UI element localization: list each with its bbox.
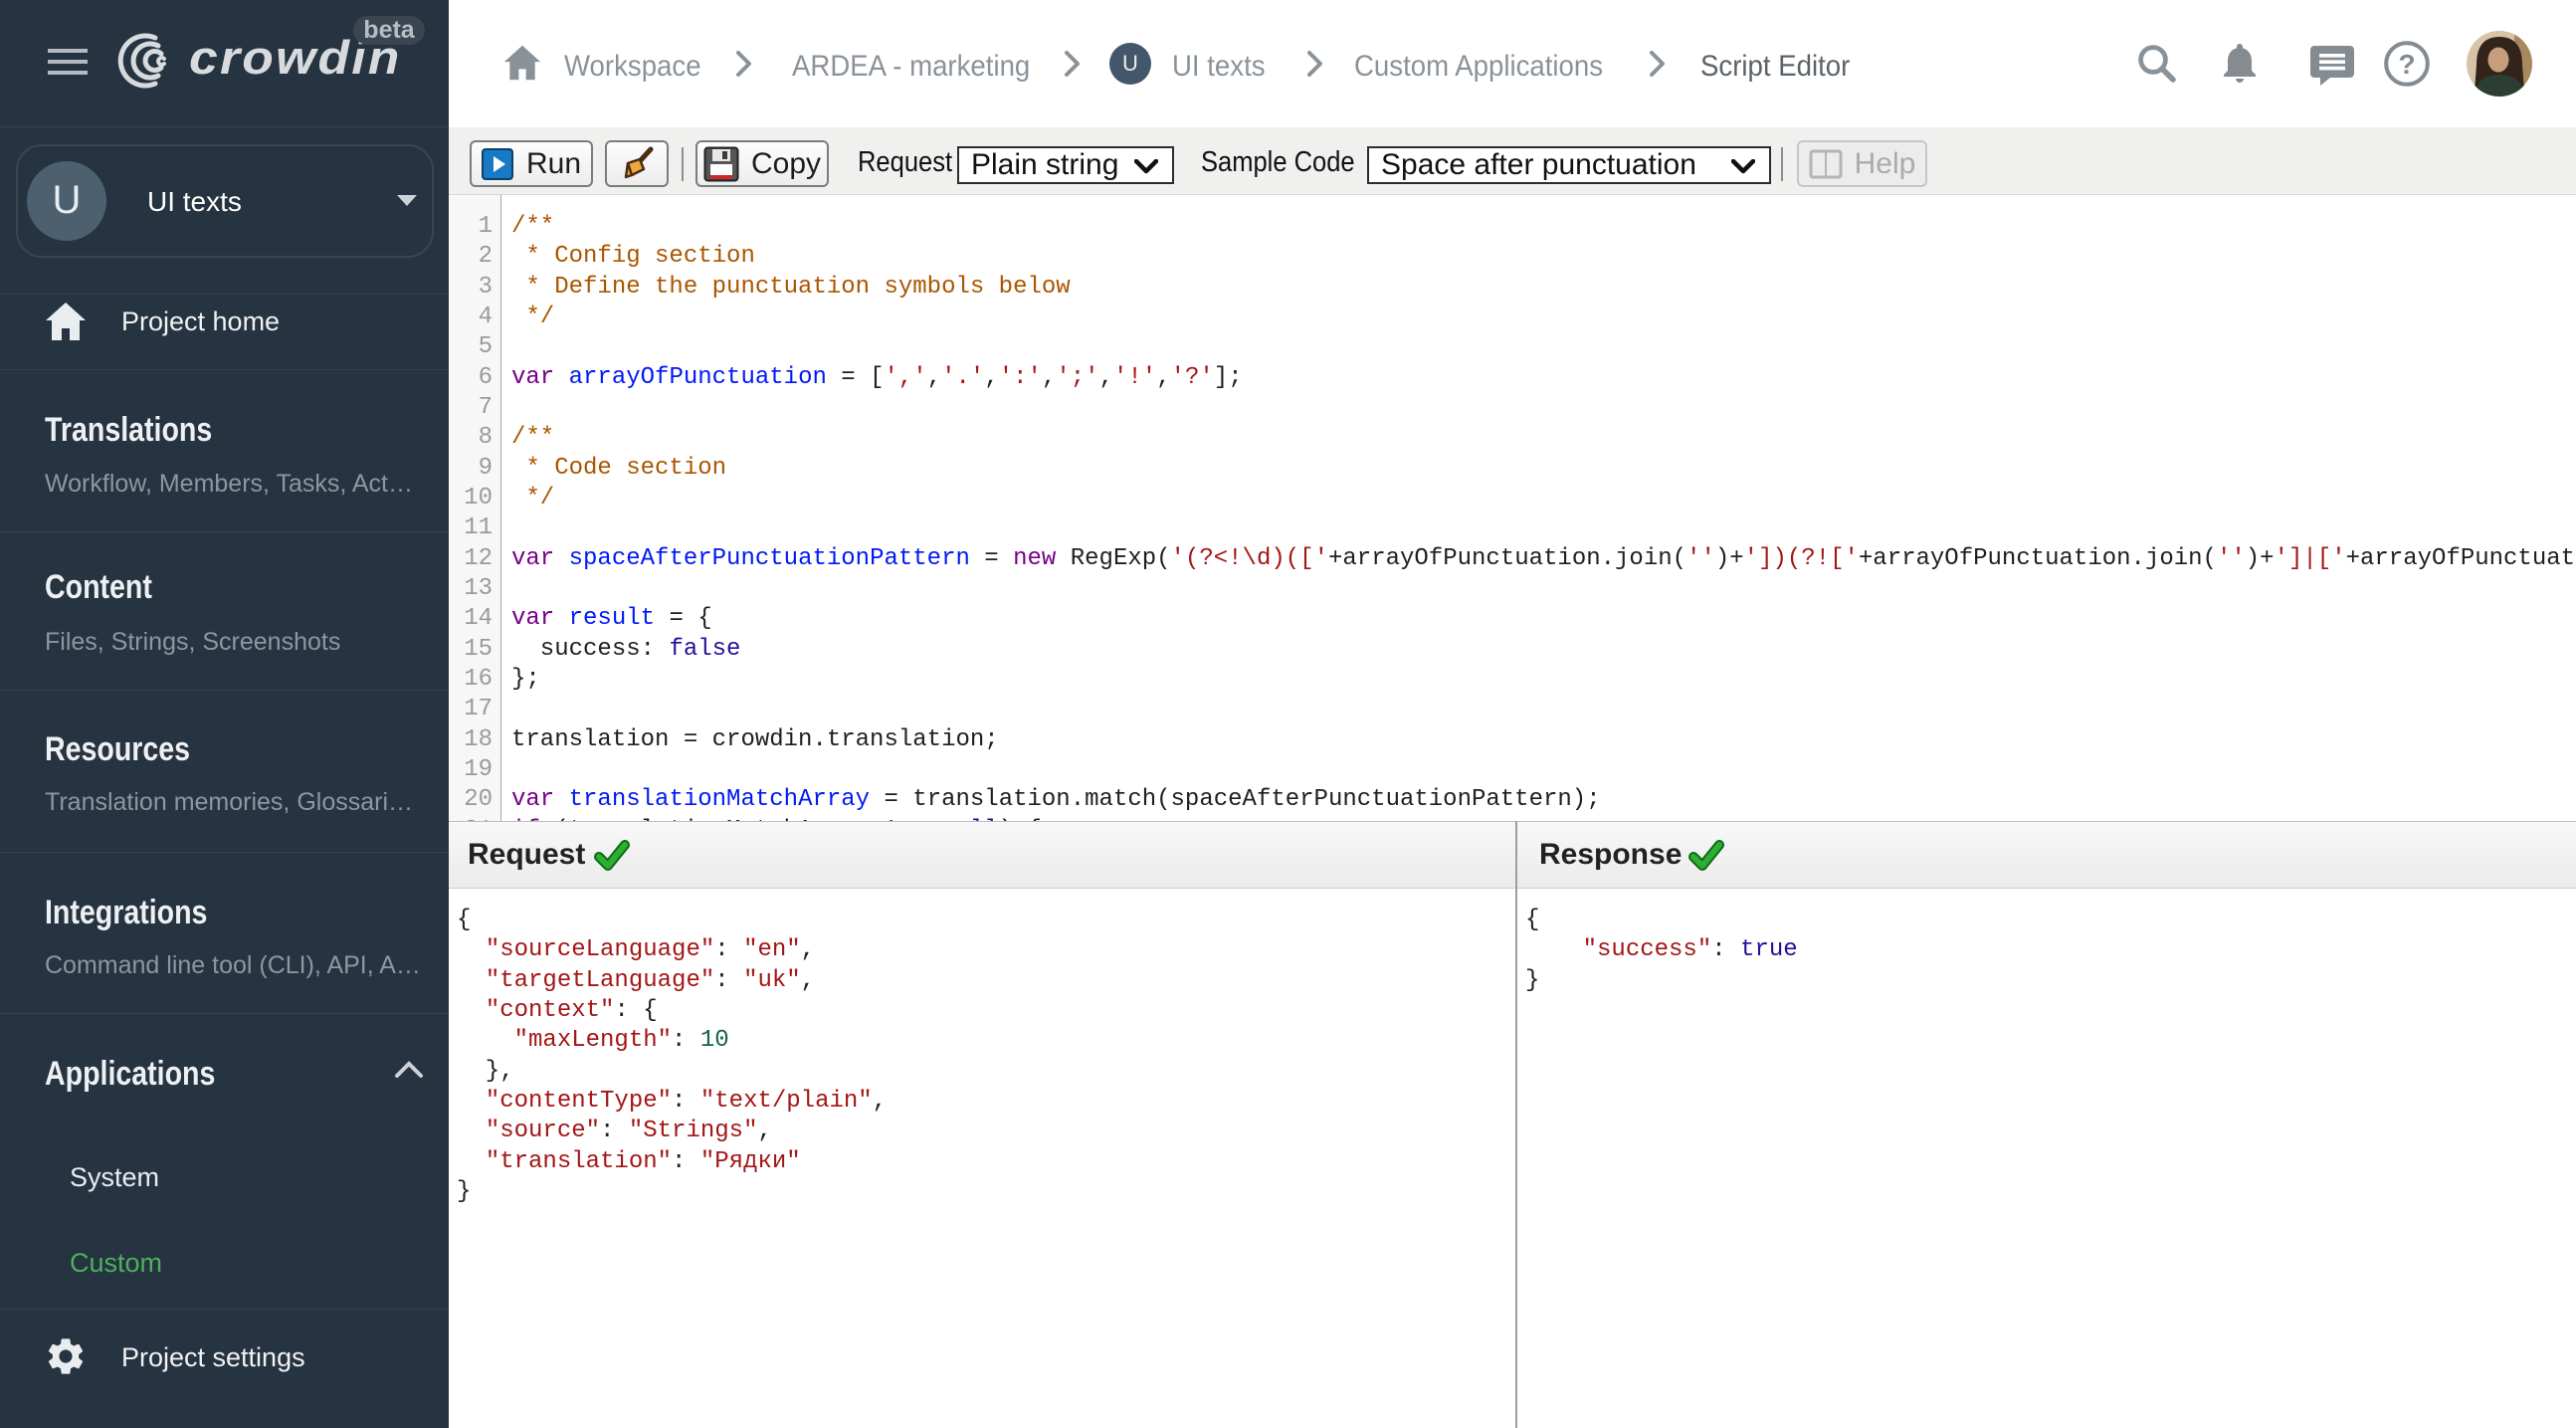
- svg-text:?: ?: [2398, 49, 2415, 80]
